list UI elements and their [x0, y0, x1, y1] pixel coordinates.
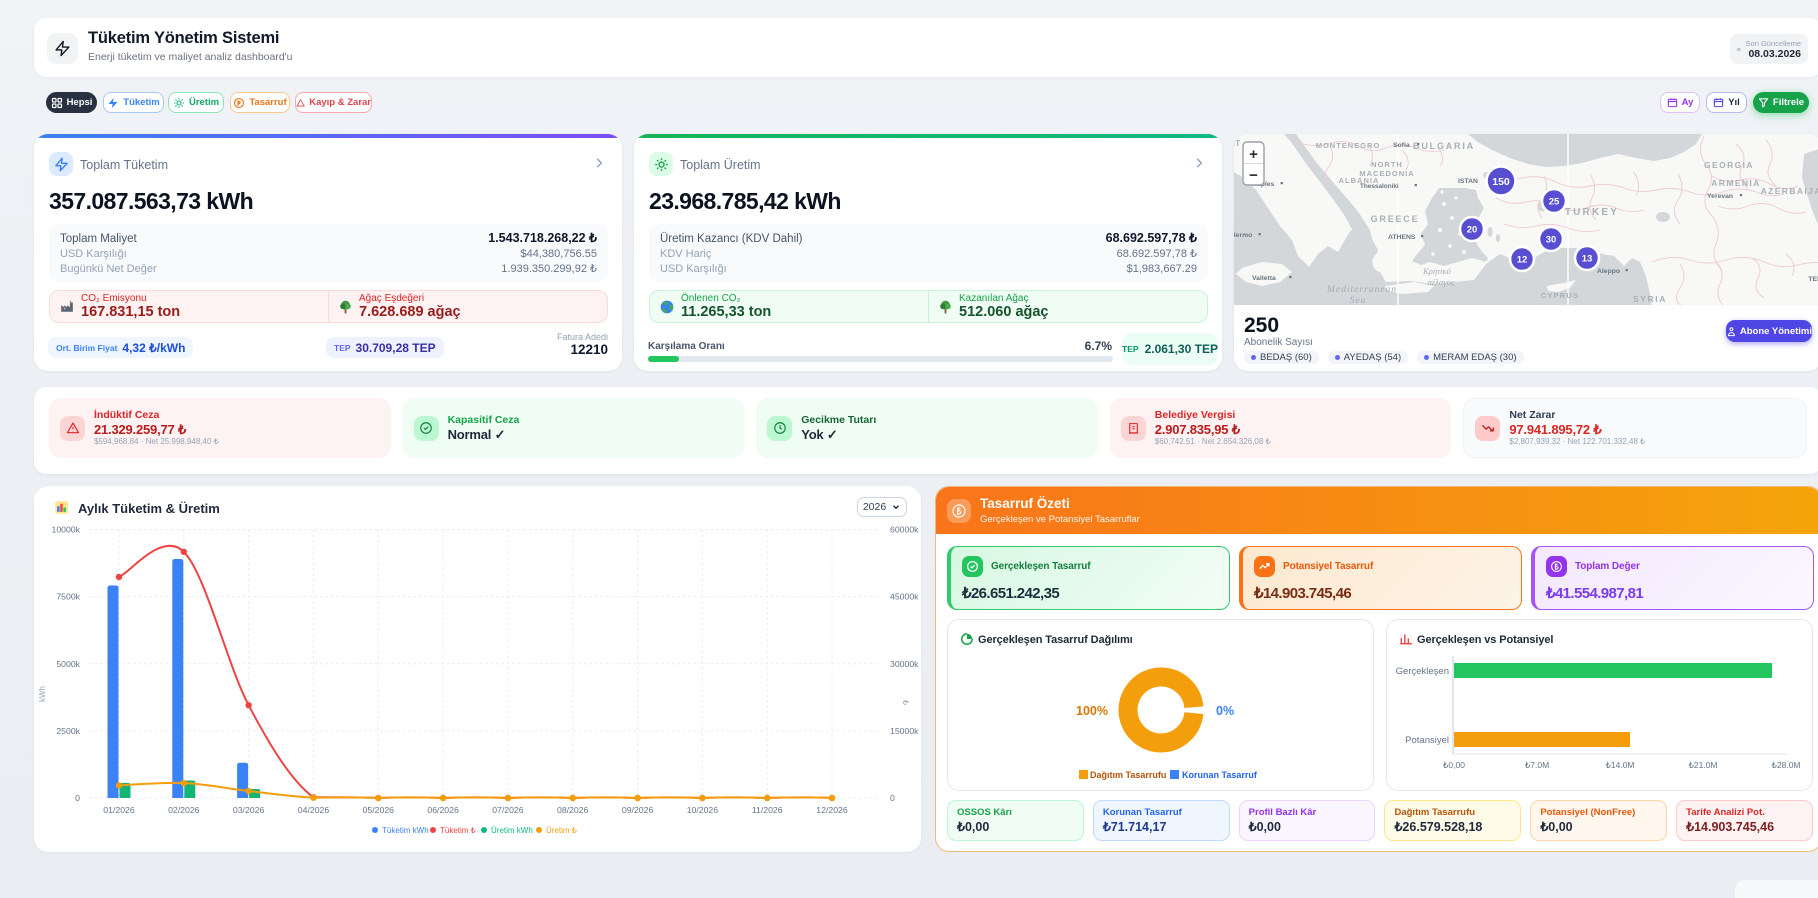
svg-text:04/2026: 04/2026 — [298, 805, 330, 815]
svg-text:πέλαγος: πέλαγος — [1428, 277, 1455, 287]
svg-text:AZERBAIJAN: AZERBAIJAN — [1761, 186, 1818, 196]
svg-text:₺0,00: ₺0,00 — [1443, 760, 1465, 770]
svg-text:ARMENIA: ARMENIA — [1711, 178, 1760, 188]
svg-text:IT: IT — [1234, 139, 1240, 148]
svg-text:Gerçekleşen: Gerçekleşen — [1396, 666, 1449, 677]
svg-text:Valletta: Valletta — [1252, 275, 1276, 282]
svg-text:13: 13 — [1582, 253, 1593, 264]
svg-text:₺21.0M: ₺21.0M — [1688, 760, 1717, 770]
svg-text:Thessaloniki: Thessaloniki — [1360, 183, 1399, 190]
svg-text:5000k: 5000k — [56, 659, 80, 669]
svg-text:Aleppo: Aleppo — [1597, 268, 1620, 275]
svg-text:7500k: 7500k — [56, 592, 80, 602]
svg-text:Korunan Tasarruf: Korunan Tasarruf — [1182, 770, 1258, 780]
svg-text:ATHENS: ATHENS — [1388, 234, 1416, 241]
svg-text:03/2026: 03/2026 — [233, 805, 265, 815]
svg-text:150: 150 — [1492, 176, 1510, 188]
svg-text:Tüketim ₺: Tüketim ₺ — [440, 826, 476, 835]
svg-text:Tüketim kWh: Tüketim kWh — [382, 826, 429, 835]
svg-text:08/2026: 08/2026 — [557, 805, 589, 815]
svg-text:₺14.0M: ₺14.0M — [1605, 760, 1634, 770]
svg-text:09/2026: 09/2026 — [622, 805, 654, 815]
svg-text:11/2026: 11/2026 — [752, 805, 783, 815]
svg-text:30: 30 — [1546, 234, 1557, 245]
svg-text:25: 25 — [1549, 196, 1560, 207]
svg-text:TURKEY: TURKEY — [1565, 207, 1619, 218]
svg-text:MONTENEGRO: MONTENEGRO — [1316, 141, 1381, 150]
svg-text:CYPRUS: CYPRUS — [1541, 291, 1579, 300]
svg-text:Mediterranean: Mediterranean — [1326, 285, 1397, 295]
svg-text:06/2026: 06/2026 — [427, 805, 459, 815]
svg-text:30000k: 30000k — [890, 659, 919, 669]
svg-text:+: + — [1249, 146, 1258, 163]
svg-text:Sofia: Sofia — [1393, 142, 1410, 149]
svg-text:alermo: alermo — [1234, 232, 1252, 239]
svg-text:05/2026: 05/2026 — [363, 805, 395, 815]
svg-text:BULGARIA: BULGARIA — [1413, 141, 1475, 151]
svg-text:NORTH: NORTH — [1371, 160, 1403, 169]
svg-text:SYRIA: SYRIA — [1633, 294, 1667, 304]
svg-text:ISTAN: ISTAN — [1458, 178, 1478, 185]
svg-text:Potansiyel: Potansiyel — [1405, 735, 1449, 746]
svg-text:Üretim kWh: Üretim kWh — [491, 826, 533, 835]
svg-text:07/2026: 07/2026 — [492, 805, 524, 815]
svg-text:Yerevan: Yerevan — [1707, 193, 1733, 200]
svg-text:12/2026: 12/2026 — [816, 805, 848, 815]
svg-text:TEH: TEH — [1808, 276, 1818, 283]
svg-text:15000k: 15000k — [890, 726, 919, 736]
svg-text:₺28.0M: ₺28.0M — [1771, 760, 1800, 770]
svg-text:Dağıtım Tasarrufu: Dağıtım Tasarrufu — [1090, 770, 1166, 780]
svg-text:0: 0 — [75, 793, 80, 803]
svg-text:0%: 0% — [1216, 704, 1234, 718]
svg-text:0: 0 — [890, 793, 895, 803]
svg-text:10/2026: 10/2026 — [687, 805, 719, 815]
svg-text:20: 20 — [1467, 224, 1478, 235]
svg-text:Κρητικό: Κρητικό — [1422, 266, 1451, 276]
svg-text:kWh: kWh — [38, 686, 47, 702]
svg-text:2500k: 2500k — [56, 726, 80, 736]
svg-text:02/2026: 02/2026 — [168, 805, 200, 815]
svg-text:₺: ₺ — [901, 700, 910, 705]
svg-text:10000k: 10000k — [51, 525, 80, 535]
svg-text:GEORGIA: GEORGIA — [1704, 160, 1754, 170]
svg-text:60000k: 60000k — [890, 525, 919, 535]
svg-text:₺7.0M: ₺7.0M — [1525, 760, 1549, 770]
svg-text:12: 12 — [1517, 254, 1528, 265]
svg-text:GREECE: GREECE — [1371, 214, 1420, 224]
svg-text:Üretim ₺: Üretim ₺ — [546, 826, 577, 835]
svg-text:Sea: Sea — [1350, 296, 1367, 305]
svg-text:45000k: 45000k — [890, 592, 919, 602]
svg-text:01/2026: 01/2026 — [103, 805, 135, 815]
svg-text:−: − — [1249, 167, 1258, 184]
svg-text:100%: 100% — [1076, 704, 1108, 718]
